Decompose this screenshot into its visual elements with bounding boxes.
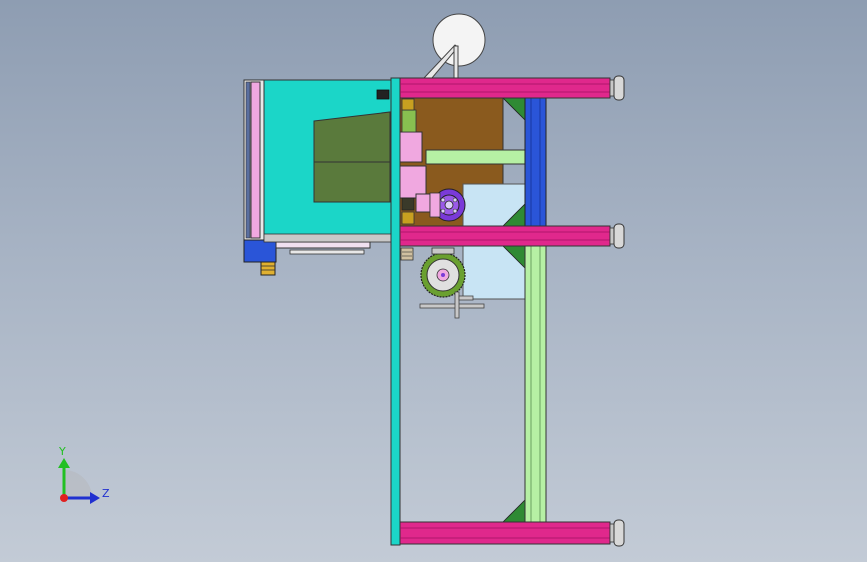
z-axis-label: Z (102, 487, 110, 500)
wheel-arm (431, 247, 455, 255)
cad-viewport[interactable]: Y Z (0, 0, 867, 562)
pink-block-small (415, 193, 431, 213)
dark-bracket-top (401, 98, 415, 111)
green-horizontal-bar (425, 149, 527, 165)
small-bracket-left (400, 247, 414, 261)
pink-block-lower (399, 165, 427, 199)
blue-motor-block (243, 239, 277, 263)
vertical-columns (524, 97, 547, 523)
left-housing (243, 79, 393, 276)
olive-box-top (313, 111, 391, 163)
housing-top-latch (376, 89, 390, 100)
triad-origin (60, 494, 68, 502)
blue-column (524, 97, 547, 227)
y-axis-arrowhead (58, 458, 70, 468)
rail-top (399, 75, 625, 101)
purple-pulley-hub (444, 200, 454, 210)
z-axis-arrowhead (90, 492, 100, 504)
housing-roller-shaft (245, 81, 251, 239)
dark-bracket-mid (401, 197, 415, 211)
rail-bottom (399, 519, 625, 547)
coordinate-triad[interactable]: Y Z (58, 445, 110, 504)
housing-roller (250, 81, 261, 239)
main-vertical-plate (390, 77, 401, 546)
tool-handle-horizontal (419, 303, 485, 309)
y-axis-label: Y (58, 445, 66, 458)
light-green-column (524, 245, 547, 523)
reel-disc (432, 13, 486, 67)
olive-box-bottom (313, 161, 391, 203)
reel-bracket-post (453, 45, 459, 80)
brace-bottom (502, 499, 526, 523)
reel-assembly (422, 13, 486, 80)
guide-rod-lower (289, 249, 365, 255)
housing-bottom-strip (263, 233, 393, 243)
drive-mechanism (399, 97, 527, 319)
green-shaft (401, 109, 417, 133)
tool-handle-cross (458, 295, 474, 301)
motor-coupler (260, 261, 276, 276)
guide-rod (275, 241, 371, 249)
pulley-mount (429, 192, 441, 218)
brace-top (502, 97, 526, 121)
rail-middle (399, 223, 625, 249)
triad-quarter-disc (64, 470, 92, 498)
tool-handle-vertical (454, 291, 460, 319)
dark-bracket-low (401, 211, 415, 225)
pink-block-upper (399, 131, 423, 163)
